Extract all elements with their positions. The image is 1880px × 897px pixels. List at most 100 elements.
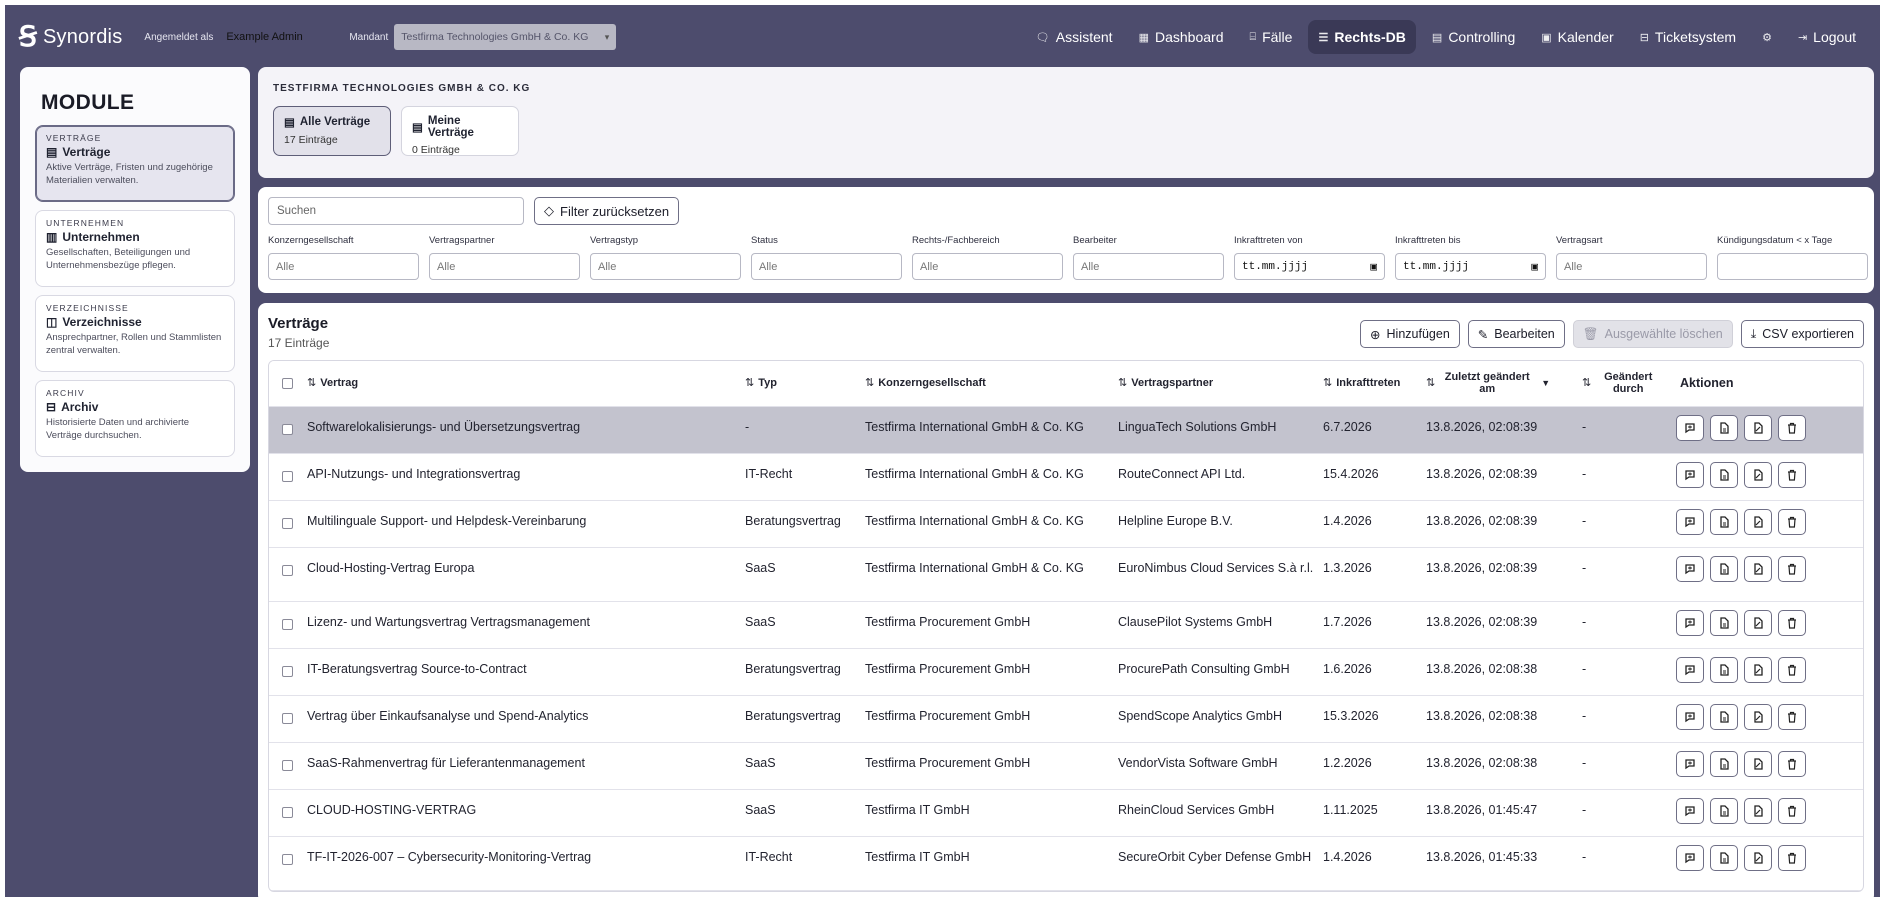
table-row[interactable]: Lizenz- und Wartungsvertrag Vertragsmana… [269,602,1863,649]
row-checkbox[interactable] [282,565,293,576]
add-button[interactable]: ⊕ Hinzufügen [1360,320,1460,348]
column-typ[interactable]: ⇅ Typ [741,376,861,390]
logo[interactable]: Ꞩ Synordis [19,23,122,51]
filter-rechtsbereich[interactable]: Alle [912,253,1063,280]
trash-button[interactable] [1778,798,1806,824]
search-input[interactable]: Suchen [268,197,524,225]
trash-button[interactable] [1778,751,1806,777]
column-inkrafttreten[interactable]: ⇅ Inkrafttreten [1319,376,1422,390]
reset-filter-button[interactable]: ◇ Filter zurücksetzen [534,197,680,225]
comment-button[interactable] [1676,556,1704,582]
filter-kuendigungsdatum[interactable] [1717,253,1868,280]
row-checkbox[interactable] [282,471,293,482]
file-button[interactable] [1710,704,1738,730]
module-verzeichnisse[interactable]: VERZEICHNISSE ◫ Verzeichnisse Ansprechpar… [35,295,235,372]
file-button[interactable] [1710,845,1738,871]
column-geaendert-durch[interactable]: ⇅ Geändert durch [1578,371,1676,395]
file-button[interactable] [1710,509,1738,535]
module-unternehmen[interactable]: UNTERNEHMEN ▥ Unternehmen Gesellschaften,… [35,210,235,287]
tab-alle-vertraege[interactable]: ▤ Alle Verträge 17 Einträge [273,106,391,156]
file-button[interactable] [1710,610,1738,636]
filter-bearbeiter[interactable]: Alle [1073,253,1224,280]
file-button[interactable] [1710,415,1738,441]
tab-meine-vertraege[interactable]: ▤ Meine Verträge 0 Einträge [401,106,519,156]
comment-button[interactable] [1676,415,1704,441]
user-field[interactable]: Example Admin [219,24,341,51]
comment-button[interactable] [1676,704,1704,730]
trash-button[interactable] [1778,509,1806,535]
file-signature-button[interactable] [1744,798,1772,824]
nav-kalender[interactable]: ▣ Kalender [1531,20,1623,54]
comment-button[interactable] [1676,462,1704,488]
row-checkbox[interactable] [282,807,293,818]
filter-vertragspartner[interactable]: Alle [429,253,580,280]
file-signature-button[interactable] [1744,657,1772,683]
file-signature-button[interactable] [1744,610,1772,636]
trash-button[interactable] [1778,415,1806,441]
file-button[interactable] [1710,556,1738,582]
trash-button[interactable] [1778,462,1806,488]
table-row[interactable]: Vertrag über Einkaufsanalyse und Spend-A… [269,696,1863,743]
nav-logout[interactable]: ⇥ Logout [1788,20,1866,54]
file-signature-button[interactable] [1744,751,1772,777]
table-row[interactable]: TF-IT-2026-007 – Cybersecurity-Monitorin… [269,837,1863,891]
comment-button[interactable] [1676,610,1704,636]
table-row[interactable]: CLOUD-HOSTING-VERTRAG SaaS Testfirma IT Gm… [269,790,1863,837]
calendar-icon[interactable]: ▣ [1531,260,1538,274]
filter-vertragstyp[interactable]: Alle [590,253,741,280]
trash-button[interactable] [1778,704,1806,730]
settings-button[interactable]: ⚙ [1752,20,1782,54]
row-checkbox[interactable] [282,713,293,724]
column-zuletzt-geaendert[interactable]: ⇅ Zuletzt geändert am ▼ [1422,371,1578,395]
comment-button[interactable] [1676,845,1704,871]
nav-rechts-db[interactable]: ☰ Rechts-DB [1308,20,1416,54]
delete-selected-button[interactable]: 🗑 Ausgewählte löschen [1572,320,1733,348]
filter-inkrafttreten-bis[interactable]: tt.mm.jjjj ▣ [1395,253,1546,280]
filter-inkrafttreten-von[interactable]: tt.mm.jjjj ▣ [1234,253,1385,280]
mandant-select[interactable]: Testfirma Technologies GmbH & Co. KG ▾ [394,24,617,50]
table-row[interactable]: Multilinguale Support- und Helpdesk-Vere… [269,501,1863,548]
file-signature-button[interactable] [1744,509,1772,535]
table-row[interactable]: API-Nutzungs- und Integrationsvertrag IT-… [269,454,1863,501]
edit-button[interactable]: ✎ Bearbeiten [1467,320,1565,348]
trash-button[interactable] [1778,845,1806,871]
nav-assistent[interactable]: 🗨 Assistent [1026,20,1123,54]
comment-button[interactable] [1676,657,1704,683]
file-button[interactable] [1710,751,1738,777]
comment-button[interactable] [1676,509,1704,535]
nav-controlling[interactable]: ▤ Controlling [1422,20,1525,54]
file-signature-button[interactable] [1744,704,1772,730]
filter-konzerngesellschaft[interactable]: Alle [268,253,419,280]
row-checkbox[interactable] [282,666,293,677]
nav-dashboard[interactable]: ▦ Dashboard [1129,20,1234,54]
comment-button[interactable] [1676,751,1704,777]
column-vertragspartner[interactable]: ⇅ Vertragspartner [1114,376,1319,390]
select-all-checkbox[interactable] [282,378,293,389]
module-archiv[interactable]: ARCHIV ⊟ Archiv Historisierte Daten und a… [35,380,235,457]
file-button[interactable] [1710,798,1738,824]
trash-button[interactable] [1778,657,1806,683]
row-checkbox[interactable] [282,760,293,771]
filter-vertragsart[interactable]: Alle [1556,253,1707,280]
trash-button[interactable] [1778,556,1806,582]
column-vertrag[interactable]: ⇅ Vertrag [303,376,741,390]
row-checkbox[interactable] [282,424,293,435]
column-konzerngesellschaft[interactable]: ⇅ Konzerngesellschaft [861,376,1114,390]
file-signature-button[interactable] [1744,845,1772,871]
table-row[interactable]: SaaS-Rahmenvertrag für Lieferantenmanage… [269,743,1863,790]
nav-faelle[interactable]: ⌸ Fälle [1239,20,1302,54]
file-signature-button[interactable] [1744,462,1772,488]
row-checkbox[interactable] [282,619,293,630]
table-row[interactable]: Softwarelokalisierungs- und Übersetzungs… [269,407,1863,454]
nav-ticketsystem[interactable]: ⊟ Ticketsystem [1630,20,1746,54]
filter-status[interactable]: Alle [751,253,902,280]
row-checkbox[interactable] [282,854,293,865]
file-signature-button[interactable] [1744,556,1772,582]
file-button[interactable] [1710,657,1738,683]
csv-export-button[interactable]: ⤓ CSV exportieren [1740,320,1864,348]
comment-button[interactable] [1676,798,1704,824]
row-checkbox[interactable] [282,518,293,529]
table-row[interactable]: Cloud-Hosting-Vertrag Europa SaaS Testfirm… [269,548,1863,602]
file-button[interactable] [1710,462,1738,488]
trash-button[interactable] [1778,610,1806,636]
